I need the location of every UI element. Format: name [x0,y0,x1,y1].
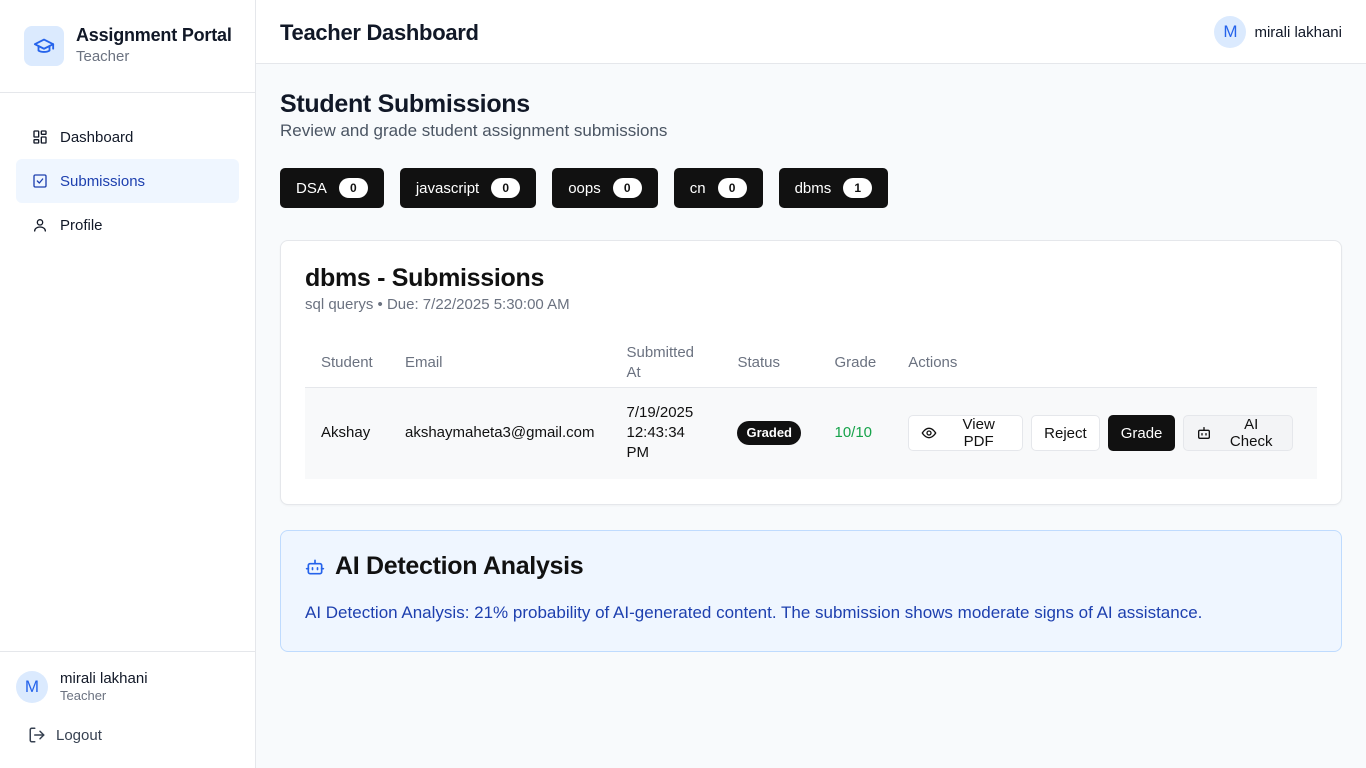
table-row: Akshay akshaymaheta3@gmail.com 7/19/2025… [305,387,1317,479]
logout-button[interactable]: Logout [0,704,255,744]
header-user-menu[interactable]: M mirali lakhani [1214,16,1342,48]
column-header-status: Status [721,340,819,388]
clipboard-check-icon [32,173,48,189]
subject-chip-label: javascript [415,179,480,197]
subject-chip-count: 0 [717,178,747,198]
subject-chip-count: 0 [338,178,368,198]
view-pdf-button[interactable]: View PDF [908,415,1024,452]
page-header-title: Teacher Dashboard [280,20,479,45]
column-header-student: Student [305,340,389,388]
cell-grade: 10/10 [818,387,893,479]
subject-chip-label: dbms [794,179,832,197]
sidebar-user: M mirali lakhani Teacher [0,652,255,704]
sidebar-item-dashboard[interactable]: Dashboard [16,115,239,159]
logout-label: Logout [56,726,102,744]
logout-icon [28,726,46,744]
subject-chip-count: 0 [491,178,521,198]
reject-button[interactable]: Reject [1031,415,1100,452]
sidebar-item-label: Submissions [60,172,146,190]
brand: Assignment Portal Teacher [0,0,255,93]
sidebar-nav: Dashboard Submissions Profile [0,93,255,247]
page-title: Student Submissions [280,90,530,118]
submissions-card-title: dbms - Submissions [305,264,545,292]
subject-chip-count: 0 [612,178,642,198]
ai-detection-text: AI Detection Analysis: 21% probability o… [305,603,1203,622]
sidebar-footer: M mirali lakhani Teacher Logout [0,651,255,768]
eye-icon [921,425,937,441]
subject-chip-dsa[interactable]: DSA 0 [280,168,384,208]
bot-icon [1196,425,1212,441]
sidebar-item-label: Profile [60,216,103,234]
view-pdf-label: View PDF [962,416,995,451]
ai-detection-title-text: AI Detection Analysis [335,552,584,580]
subject-chip-cn[interactable]: cn 0 [673,168,763,208]
subject-filter-chips: DSA 0 javascript 0 oops 0 cn 0 dbms 1 [280,168,1342,208]
cell-submitted-at: 7/19/2025 12:43:34 PM [610,387,722,479]
column-header-email: Email [389,340,611,388]
grade-button[interactable]: Grade [1107,415,1176,452]
graduation-cap-icon [24,26,64,66]
sidebar-item-submissions[interactable]: Submissions [16,159,239,203]
app-role: Teacher [76,48,130,65]
page-subtitle: Review and grade student assignment subm… [280,121,668,140]
column-header-actions: Actions [892,340,1317,388]
dashboard-icon [32,129,48,145]
user-icon [32,217,48,233]
subject-chip-count: 1 [843,178,873,198]
bot-icon [305,557,325,577]
sidebar-item-profile[interactable]: Profile [16,203,239,247]
avatar: M [16,671,48,703]
subject-chip-label: cn [689,179,706,197]
status-badge: Graded [737,421,801,446]
cell-student: Akshay [305,387,389,479]
cell-status: Graded [721,387,819,479]
column-header-grade: Grade [818,340,893,388]
main-content: Student Submissions Review and grade stu… [280,64,1342,652]
subject-chip-javascript[interactable]: javascript 0 [399,168,537,208]
ai-check-button[interactable]: AI Check [1183,415,1293,452]
ai-detection-panel: AI Detection Analysis AI Detection Analy… [280,530,1342,652]
submissions-table: Student Email Submitted At Status Grade … [305,340,1317,479]
sidebar: Assignment Portal Teacher Dashboard Subm… [0,0,256,768]
submissions-card: dbms - Submissions sql querys • Due: 7/2… [280,240,1342,505]
cell-actions: View PDF Reject Grade AI Check [892,387,1317,479]
subject-chip-label: oops [568,179,601,197]
subject-chip-dbms[interactable]: dbms 1 [778,168,889,208]
submissions-card-subtitle: sql querys • Due: 7/22/2025 5:30:00 AM [305,296,570,313]
sidebar-item-label: Dashboard [60,128,134,146]
column-header-submitted-at: Submitted At [610,340,722,388]
app-title: Assignment Portal [76,25,232,45]
subject-chip-oops[interactable]: oops 0 [552,168,658,208]
cell-email: akshaymaheta3@gmail.com [389,387,611,479]
header-user-name: mirali lakhani [1254,23,1342,41]
ai-check-label: AI Check [1229,416,1273,451]
table-header-row: Student Email Submitted At Status Grade … [305,340,1317,388]
user-role: Teacher [60,688,107,703]
ai-detection-title: AI Detection Analysis [305,531,1317,581]
user-name: mirali lakhani [60,670,148,687]
avatar: M [1214,16,1247,48]
top-header: Teacher Dashboard M mirali lakhani [256,0,1366,64]
subject-chip-label: DSA [296,179,327,197]
